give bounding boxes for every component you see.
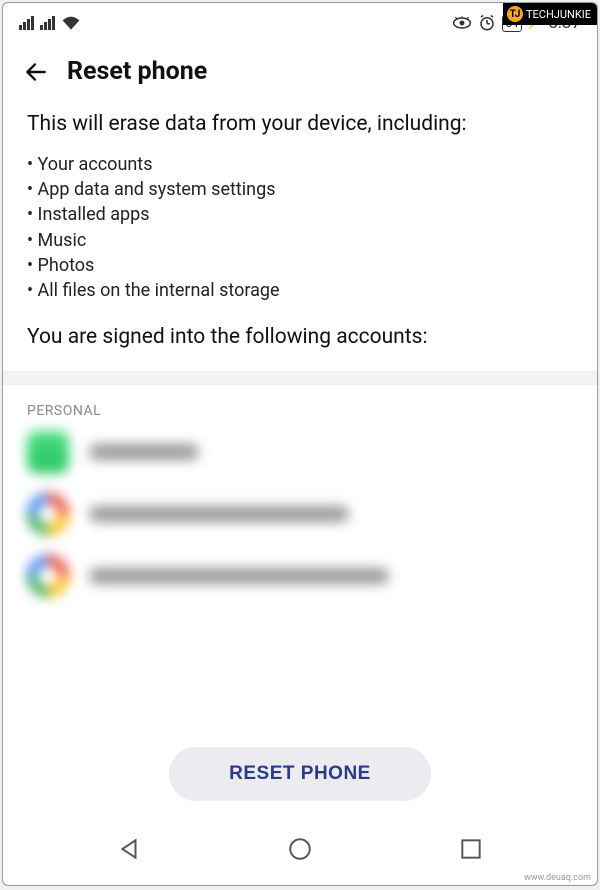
accounts-list [3,427,597,597]
google-icon [27,493,69,535]
bullet-item: Your accounts [27,152,573,177]
bullet-item: All files on the internal storage [27,278,573,303]
erase-bullet-list: Your accounts App data and system settin… [27,152,573,303]
signed-in-label: You are signed into the following accoun… [27,325,573,349]
signal-icon-2 [40,16,55,30]
account-row[interactable] [27,431,573,473]
eye-icon [452,15,472,31]
techjunkie-logo-icon: TJ [507,6,523,22]
wifi-icon [61,15,81,31]
nav-recent-icon[interactable] [458,836,484,862]
account-label-blurred [89,444,199,460]
google-icon [27,555,69,597]
section-divider [3,371,597,385]
account-row[interactable] [27,555,573,597]
page-title: Reset phone [67,57,207,86]
intro-text: This will erase data from your device, i… [27,112,573,136]
navigation-bar [3,819,597,885]
account-row[interactable] [27,493,573,535]
reset-phone-button[interactable]: RESET PHONE [169,747,431,801]
bullet-item: App data and system settings [27,177,573,202]
account-label-blurred [89,506,349,522]
bullet-item: Music [27,228,573,253]
nav-back-icon[interactable] [116,836,142,862]
watermark-techjunkie-text: TECHJUNKIE [526,8,591,21]
bullet-item: Installed apps [27,202,573,227]
account-label-blurred [89,568,389,584]
nav-home-icon[interactable] [287,836,313,862]
alarm-icon [478,14,496,32]
signal-icon-1 [19,16,34,30]
section-personal-label: PERSONAL [3,385,597,427]
bullet-item: Photos [27,253,573,278]
whatsapp-icon [27,431,69,473]
watermark-bottom: www.deuaq.com [524,873,591,883]
watermark-techjunkie: TJ TECHJUNKIE [503,3,597,25]
back-arrow-icon[interactable] [23,59,49,85]
header-bar: Reset phone [3,43,597,106]
